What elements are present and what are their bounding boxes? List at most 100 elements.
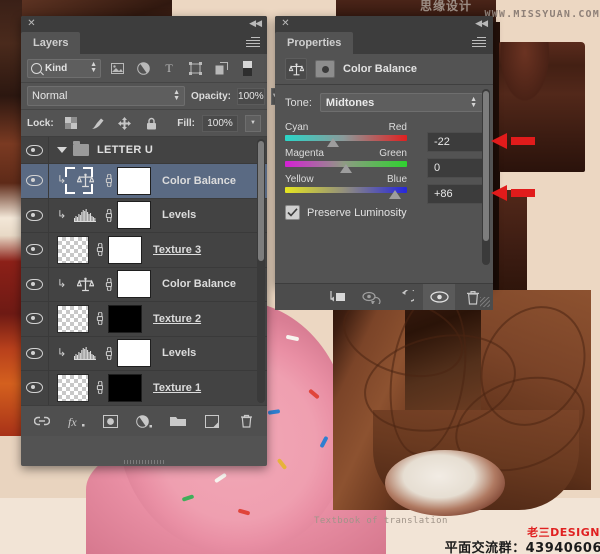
filter-kind-select[interactable]: Kind ▲ ▼ bbox=[27, 58, 101, 78]
link-mask-icon[interactable] bbox=[103, 174, 112, 188]
cyan-red-slider[interactable]: Cyan Red -22 bbox=[285, 122, 535, 152]
preserve-luminosity-row[interactable]: Preserve Luminosity bbox=[285, 205, 483, 220]
triangle-down-icon[interactable] bbox=[57, 147, 67, 153]
filter-adjustment-icon[interactable] bbox=[133, 58, 153, 78]
panel-menu-icon[interactable] bbox=[472, 37, 486, 48]
double-chevron-icon[interactable]: ◀◀ bbox=[475, 19, 488, 28]
layer-mask-thumbnail[interactable] bbox=[117, 270, 151, 299]
layer-mask-thumbnail[interactable] bbox=[108, 373, 142, 402]
magenta-green-slider[interactable]: Magenta Green 0 bbox=[285, 148, 483, 178]
layer-mask-thumbnail[interactable] bbox=[117, 201, 151, 230]
layer-thumbnail[interactable] bbox=[57, 235, 89, 264]
layers-panel[interactable]: ✕ ◀◀ Layers Kind ▲ ▼ T Normal ▲ ▼ Opacit… bbox=[21, 16, 279, 466]
lock-position-icon[interactable] bbox=[115, 113, 135, 133]
layer-row[interactable]: Texture 3 bbox=[21, 233, 267, 268]
lock-transparency-icon[interactable] bbox=[61, 113, 81, 133]
layer-row[interactable]: ↳ Color Balance bbox=[21, 164, 267, 199]
layer-row[interactable]: Texture 2 bbox=[21, 302, 267, 337]
adjustment-thumbnail[interactable] bbox=[72, 271, 98, 297]
fill-chevron-down-icon[interactable]: ▼ bbox=[245, 114, 261, 132]
layer-style-fx-icon[interactable]: fx bbox=[67, 412, 85, 430]
yellow-blue-slider[interactable]: Yellow Blue +86 bbox=[285, 174, 535, 204]
layer-row[interactable]: ↳ Color Balance bbox=[21, 267, 267, 302]
link-mask-icon[interactable] bbox=[103, 277, 112, 291]
clip-to-layer-icon[interactable] bbox=[321, 284, 353, 310]
layer-visibility-toggle[interactable] bbox=[21, 371, 49, 405]
blend-mode-select[interactable]: Normal ▲ ▼ bbox=[27, 86, 185, 106]
properties-resize-grip[interactable] bbox=[480, 297, 490, 307]
add-layer-mask-icon[interactable] bbox=[101, 412, 119, 430]
close-icon[interactable]: ✕ bbox=[27, 19, 36, 29]
layer-visibility-toggle[interactable] bbox=[21, 267, 49, 301]
toggle-previous-state-icon[interactable] bbox=[355, 284, 387, 310]
layer-thumbnail[interactable] bbox=[57, 373, 89, 402]
slider-track[interactable] bbox=[285, 135, 407, 147]
layer-group-row[interactable]: LETTER U bbox=[21, 137, 267, 164]
new-adjustment-layer-icon[interactable] bbox=[135, 412, 153, 430]
link-mask-icon[interactable] bbox=[103, 346, 112, 360]
toggle-visibility-icon[interactable] bbox=[423, 284, 455, 310]
layer-mask-thumbnail[interactable] bbox=[108, 235, 142, 264]
filter-shape-icon[interactable] bbox=[185, 58, 205, 78]
delete-layer-icon[interactable] bbox=[237, 412, 255, 430]
slider-track[interactable] bbox=[285, 187, 407, 199]
link-mask-icon[interactable] bbox=[94, 381, 103, 395]
layers-list[interactable]: LETTER U ↳ Color Balance ↳ Levels Texture 3 ↳ C… bbox=[21, 137, 267, 405]
new-layer-icon[interactable] bbox=[203, 412, 221, 430]
mask-thumbnail-icon[interactable] bbox=[315, 60, 335, 78]
panel-menu-icon[interactable] bbox=[246, 37, 260, 48]
double-chevron-icon[interactable]: ◀◀ bbox=[249, 19, 262, 28]
lock-all-icon[interactable] bbox=[142, 113, 162, 133]
clipping-mask-arrow-icon: ↳ bbox=[57, 277, 67, 290]
tone-select[interactable]: Midtones ▲ ▼ bbox=[319, 93, 483, 112]
fill-label: Fill: bbox=[177, 117, 195, 129]
lock-image-icon[interactable] bbox=[88, 113, 108, 133]
adjustment-thumbnail[interactable] bbox=[72, 168, 98, 194]
eye-icon bbox=[26, 347, 43, 359]
layers-scrollbar[interactable] bbox=[257, 139, 265, 403]
photo-strip-left bbox=[0, 0, 22, 436]
layer-visibility-toggle[interactable] bbox=[21, 198, 49, 232]
layer-visibility-toggle[interactable] bbox=[21, 336, 49, 370]
panel-resize-grip[interactable] bbox=[124, 460, 164, 464]
filter-pixel-icon[interactable] bbox=[107, 58, 127, 78]
layer-row[interactable]: Texture 1 bbox=[21, 371, 267, 405]
layer-mask-thumbnail[interactable] bbox=[108, 304, 142, 333]
link-layers-icon[interactable] bbox=[33, 412, 51, 430]
preserve-luminosity-checkbox[interactable] bbox=[285, 205, 300, 220]
adjustment-thumbnail[interactable] bbox=[72, 340, 98, 366]
slider-track[interactable] bbox=[285, 161, 407, 173]
new-group-icon[interactable] bbox=[169, 412, 187, 430]
filter-toggle-icon[interactable] bbox=[237, 58, 257, 78]
close-icon[interactable]: ✕ bbox=[281, 19, 290, 29]
link-mask-icon[interactable] bbox=[94, 243, 103, 257]
layer-name: Levels bbox=[162, 347, 197, 360]
link-mask-icon[interactable] bbox=[103, 208, 112, 222]
opacity-input[interactable]: 100% bbox=[237, 87, 265, 105]
layer-row[interactable]: ↳ Levels bbox=[21, 336, 267, 371]
layer-thumbnail[interactable] bbox=[57, 304, 89, 333]
layer-mask-thumbnail[interactable] bbox=[117, 166, 151, 195]
slider-knob[interactable] bbox=[326, 138, 339, 147]
folder-icon bbox=[73, 141, 89, 156]
fill-input[interactable]: 100% bbox=[202, 114, 238, 132]
link-mask-icon[interactable] bbox=[94, 312, 103, 326]
slider-knob[interactable] bbox=[340, 164, 352, 173]
filter-type-icon[interactable]: T bbox=[159, 58, 179, 78]
filter-smartobject-icon[interactable] bbox=[211, 58, 231, 78]
layer-visibility-toggle[interactable] bbox=[21, 302, 49, 336]
layer-mask-thumbnail[interactable] bbox=[117, 339, 151, 368]
layer-visibility-toggle[interactable] bbox=[21, 233, 49, 267]
layer-name: Levels bbox=[162, 209, 197, 222]
layer-visibility-toggle[interactable] bbox=[21, 137, 49, 163]
tab-properties[interactable]: Properties bbox=[275, 32, 354, 54]
adjustment-thumbnail[interactable] bbox=[72, 202, 98, 228]
slider-knob[interactable] bbox=[388, 190, 401, 199]
properties-panel[interactable]: ✕ ◀◀ Properties Color Balance Tone: Midt… bbox=[275, 16, 535, 310]
slider-value-input[interactable]: +86 bbox=[427, 184, 483, 204]
reset-adjustment-icon[interactable] bbox=[389, 284, 421, 310]
layer-visibility-toggle[interactable] bbox=[21, 164, 49, 198]
layer-row[interactable]: ↳ Levels bbox=[21, 198, 267, 233]
tab-layers[interactable]: Layers bbox=[21, 32, 81, 54]
properties-scrollbar[interactable] bbox=[482, 89, 490, 265]
